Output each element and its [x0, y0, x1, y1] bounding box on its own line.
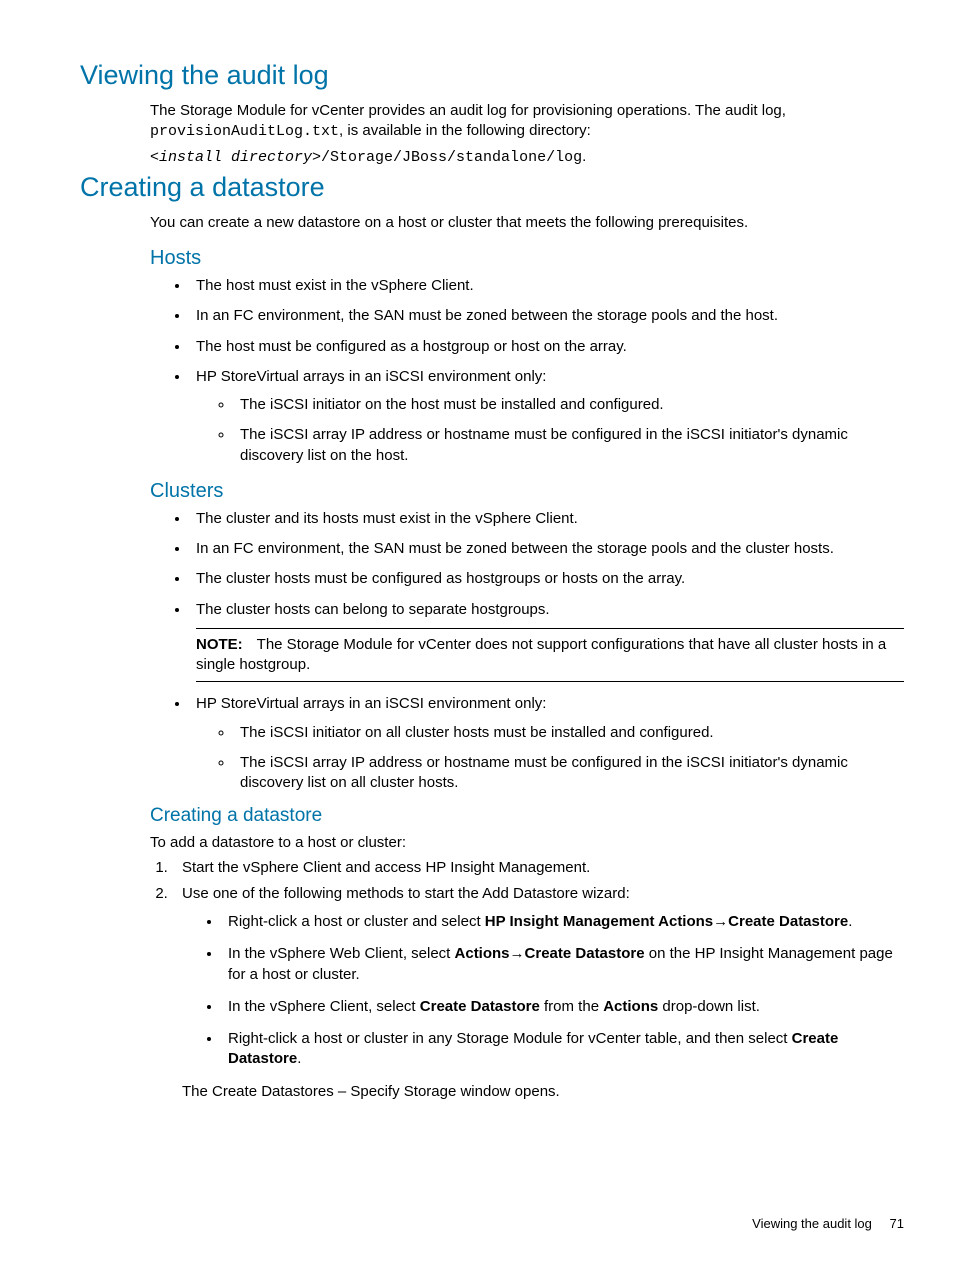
heading-viewing-audit-log: Viewing the audit log: [80, 60, 904, 91]
list-item: In the vSphere Client, select Create Dat…: [222, 997, 904, 1017]
text: from the: [540, 998, 603, 1015]
subheading-creating-datastore: Creating a datastore: [150, 805, 904, 827]
paragraph: To add a datastore to a host or cluster:: [150, 833, 904, 853]
text: .: [582, 148, 586, 165]
bold-text: Create Datastore: [728, 913, 848, 930]
hosts-sublist: The iSCSI initiator on the host must be …: [234, 395, 904, 466]
text: HP StoreVirtual arrays in an iSCSI envir…: [196, 695, 546, 712]
arrow-icon: →: [713, 913, 728, 930]
list-item: The iSCSI array IP address or hostname m…: [234, 753, 904, 794]
text: In the vSphere Web Client, select: [228, 945, 455, 962]
text: Right-click a host or cluster in any Sto…: [228, 1030, 792, 1047]
note-label: NOTE:: [196, 636, 243, 653]
bold-text: Actions: [455, 945, 510, 962]
paragraph: The Storage Module for vCenter provides …: [150, 101, 904, 143]
page-footer: Viewing the audit log 71: [752, 1216, 904, 1231]
methods-list: Right-click a host or cluster and select…: [222, 912, 904, 1070]
text: , is available in the following director…: [339, 122, 591, 139]
step-item: Start the vSphere Client and access HP I…: [172, 858, 904, 878]
code-path: <install directory>/Storage/JBoss/standa…: [150, 147, 904, 168]
footer-title: Viewing the audit log: [752, 1216, 872, 1231]
list-item: The host must be configured as a hostgro…: [190, 337, 904, 357]
result-text: The Create Datastores – Specify Storage …: [182, 1082, 904, 1102]
list-item: The cluster and its hosts must exist in …: [190, 509, 904, 529]
list-item: Right-click a host or cluster and select…: [222, 912, 904, 932]
bold-text: Actions: [603, 998, 658, 1015]
list-item: HP StoreVirtual arrays in an iSCSI envir…: [190, 367, 904, 466]
steps-list: Start the vSphere Client and access HP I…: [172, 858, 904, 1102]
list-item: The iSCSI array IP address or hostname m…: [234, 425, 904, 466]
list-item: The cluster hosts can belong to separate…: [190, 600, 904, 683]
footer-page-number: 71: [890, 1216, 904, 1231]
text: In the vSphere Client, select: [228, 998, 420, 1015]
list-item: The iSCSI initiator on all cluster hosts…: [234, 723, 904, 743]
hosts-list: The host must exist in the vSphere Clien…: [190, 276, 904, 466]
text: Use one of the following methods to star…: [182, 885, 630, 902]
text: .: [848, 913, 852, 930]
list-item: In the vSphere Web Client, select Action…: [222, 944, 904, 985]
text: HP StoreVirtual arrays in an iSCSI envir…: [196, 368, 546, 385]
paragraph: You can create a new datastore on a host…: [150, 213, 904, 233]
list-item: The cluster hosts must be configured as …: [190, 569, 904, 589]
list-item: In an FC environment, the SAN must be zo…: [190, 539, 904, 559]
text: drop-down list.: [658, 998, 760, 1015]
note-text: The Storage Module for vCenter does not …: [196, 636, 886, 673]
heading-creating-datastore: Creating a datastore: [80, 172, 904, 203]
bold-text: Create Datastore: [525, 945, 645, 962]
code-filename: provisionAuditLog.txt: [150, 123, 339, 140]
code-path-var: <install directory>: [150, 149, 321, 166]
list-item: The iSCSI initiator on the host must be …: [234, 395, 904, 415]
clusters-list: The cluster and its hosts must exist in …: [190, 509, 904, 794]
note-box: NOTE:The Storage Module for vCenter does…: [196, 628, 904, 683]
text: Right-click a host or cluster and select: [228, 913, 485, 930]
subheading-clusters: Clusters: [150, 480, 904, 503]
bold-text: HP Insight Management Actions: [485, 913, 713, 930]
step-item: Use one of the following methods to star…: [172, 884, 904, 1102]
bold-text: Create Datastore: [420, 998, 540, 1015]
arrow-icon: →: [510, 945, 525, 962]
list-item: HP StoreVirtual arrays in an iSCSI envir…: [190, 694, 904, 793]
list-item: Right-click a host or cluster in any Sto…: [222, 1029, 904, 1070]
text: The cluster hosts can belong to separate…: [196, 601, 550, 618]
list-item: The host must exist in the vSphere Clien…: [190, 276, 904, 296]
clusters-sublist: The iSCSI initiator on all cluster hosts…: [234, 723, 904, 794]
text: .: [297, 1050, 301, 1067]
list-item: In an FC environment, the SAN must be zo…: [190, 306, 904, 326]
text: The Storage Module for vCenter provides …: [150, 102, 786, 119]
code-path-literal: /Storage/JBoss/standalone/log: [321, 149, 582, 166]
subheading-hosts: Hosts: [150, 247, 904, 270]
